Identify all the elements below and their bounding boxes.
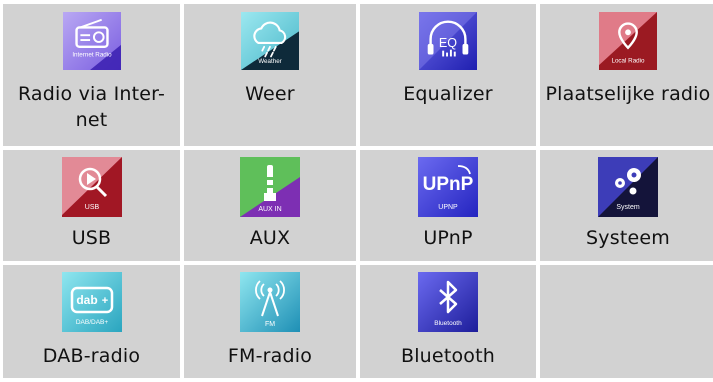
tile-fm-radio[interactable]: FM FM-radio: [184, 265, 356, 378]
tile-label: DAB-radio: [42, 345, 141, 367]
tile-weather[interactable]: Weather Weer: [184, 4, 356, 146]
tile-equalizer[interactable]: EQ Equalizer: [360, 4, 536, 146]
tile-label: USB: [71, 227, 112, 249]
internet-radio-icon: Internet Radio: [62, 12, 121, 70]
svg-text:Internet Radio: Internet Radio: [72, 51, 112, 58]
tile-label: UPnP: [423, 227, 473, 249]
system-icon: System: [598, 157, 658, 217]
svg-text:Weather: Weather: [258, 58, 282, 65]
tile-label: Weer: [245, 83, 295, 105]
svg-text:DAB/DAB+: DAB/DAB+: [75, 319, 108, 326]
tile-bluetooth[interactable]: Bluetooth Bluetooth: [360, 265, 536, 378]
svg-text:dab: dab: [76, 293, 97, 307]
svg-text:UPnP: UPnP: [423, 174, 474, 195]
tile-upnp[interactable]: UPnP UPNP UPnP: [360, 150, 536, 261]
tile-label: Plaatselijke radio: [545, 83, 711, 105]
svg-text:AUX IN: AUX IN: [258, 206, 281, 213]
svg-text:System: System: [616, 204, 640, 211]
aux-in-icon: AUX IN: [240, 157, 300, 217]
tile-empty: [540, 265, 713, 378]
weather-icon: Weather: [241, 12, 299, 70]
svg-text:Bluetooth: Bluetooth: [434, 320, 462, 327]
svg-text:FM: FM: [265, 321, 275, 328]
tile-internet-radio[interactable]: Internet Radio Radio via Inter-net: [3, 4, 180, 146]
tile-label: Radio via Inter-net: [17, 83, 166, 131]
menu-grid: Internet Radio Radio via Inter-net Weath…: [0, 0, 713, 382]
tile-usb[interactable]: USB USB: [3, 150, 180, 261]
dab-radio-icon: dab + DAB/DAB+: [61, 272, 122, 332]
fm-radio-icon: FM: [240, 272, 300, 332]
svg-text:USB: USB: [84, 204, 99, 211]
svg-text:UPNP: UPNP: [438, 204, 458, 211]
svg-text:+: +: [101, 295, 107, 307]
tile-label: Equalizer: [403, 83, 493, 105]
svg-text:Local Radio: Local Radio: [611, 57, 645, 64]
tile-aux[interactable]: AUX IN AUX: [184, 150, 356, 261]
bluetooth-icon: Bluetooth: [418, 272, 478, 332]
local-radio-icon: Local Radio: [599, 12, 657, 70]
usb-icon: USB: [61, 157, 122, 217]
tile-system[interactable]: System Systeem: [540, 150, 713, 261]
tile-label: FM-radio: [227, 345, 313, 367]
svg-text:EQ: EQ: [439, 36, 457, 50]
tile-dab-radio[interactable]: dab + DAB/DAB+ DAB-radio: [3, 265, 180, 378]
tile-label: Bluetooth: [400, 345, 496, 367]
tile-label: Systeem: [586, 227, 670, 249]
equalizer-icon: EQ: [419, 12, 477, 70]
upnp-icon: UPnP UPNP: [418, 157, 478, 217]
tile-local-radio[interactable]: Local Radio Plaatselijke radio: [540, 4, 713, 146]
tile-label: AUX: [249, 227, 291, 249]
